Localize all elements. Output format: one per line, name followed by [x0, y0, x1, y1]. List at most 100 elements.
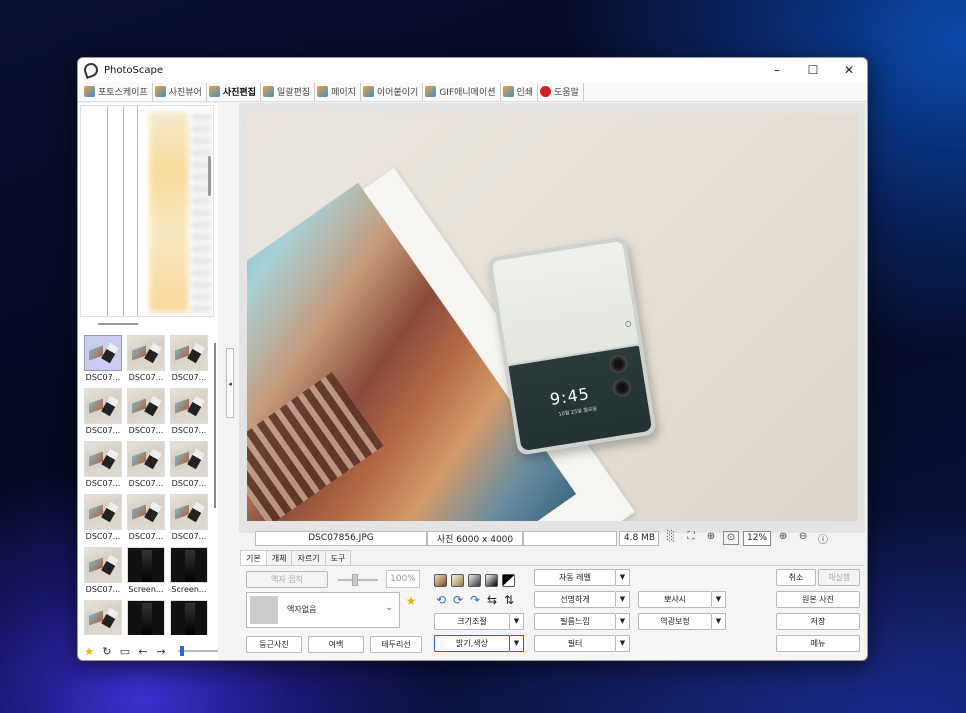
brightness-button[interactable]: 밝기,색상 — [434, 635, 510, 652]
thumbnail-scrollbar[interactable] — [214, 343, 216, 508]
flip-horizontal-icon[interactable]: ⇆ — [485, 593, 499, 607]
thumbnail-item[interactable] — [127, 600, 165, 635]
zoom-actual-icon[interactable]: ⊕ — [703, 531, 719, 545]
tab-help[interactable]: 도움말 — [538, 82, 584, 101]
film-button[interactable]: 필름느낌 — [534, 613, 616, 630]
save-button[interactable]: 저장 — [776, 613, 860, 630]
thumbnail-item[interactable]: DSC07... — [84, 547, 122, 597]
image-canvas[interactable]: 9:45 10월 25일 월요일 — [239, 103, 865, 533]
tree-scrollbar[interactable] — [208, 156, 211, 196]
sharpen-button[interactable]: 선명하게 — [534, 591, 616, 608]
back-icon[interactable]: ← — [136, 645, 150, 658]
round-photo-button[interactable]: 둥근사진 — [246, 636, 302, 653]
zoom-in-icon[interactable]: ⊕ — [775, 531, 791, 545]
frame-percent[interactable]: 100% — [386, 570, 420, 588]
minimize-button[interactable]: – — [759, 58, 795, 82]
backlight-dropdown[interactable]: ▼ — [712, 613, 726, 630]
subtab-basic[interactable]: 기본 — [240, 550, 267, 566]
tab-page[interactable]: 페이지 — [315, 82, 361, 101]
film-dropdown[interactable]: ▼ — [616, 613, 630, 630]
thumbnail-item[interactable]: DSC07... — [127, 441, 165, 491]
undo-button[interactable]: 취소 — [776, 569, 816, 586]
thumbnail-item[interactable]: Screen... — [127, 547, 165, 597]
star-icon[interactable]: ★ — [82, 645, 96, 658]
zoom-out-icon[interactable]: ⊖ — [795, 531, 811, 545]
tab-print[interactable]: 인쇄 — [501, 82, 539, 101]
menu-button[interactable]: 메뉴 — [776, 635, 860, 652]
auto-level-dropdown[interactable]: ▼ — [616, 569, 630, 586]
flip-vertical-icon[interactable]: ⇅ — [502, 593, 516, 607]
grayscale-icon[interactable] — [468, 574, 481, 587]
forward-icon[interactable]: → — [154, 645, 168, 658]
thumbnail-item[interactable]: DSC07... — [84, 388, 122, 438]
pane-splitter[interactable] — [98, 323, 138, 325]
tab-combine[interactable]: 이어붙이기 — [361, 82, 424, 101]
folder-icon[interactable]: ▭ — [118, 645, 132, 658]
subtab-object[interactable]: 개체 — [265, 550, 293, 566]
thumbnail-label: Screen... — [171, 585, 207, 594]
close-button[interactable]: ✕ — [831, 58, 867, 82]
title-bar: PhotoScape – ☐ ✕ — [78, 58, 867, 82]
thumbnail-item[interactable]: DSC07... — [127, 494, 165, 544]
subtab-crop[interactable]: 자르기 — [291, 550, 326, 566]
resize-dropdown[interactable]: ▼ — [510, 613, 524, 630]
frame-merge-button[interactable]: 액자 접착 — [246, 571, 328, 588]
photoscape-icon — [84, 86, 95, 97]
bloom-dropdown[interactable]: ▼ — [712, 591, 726, 608]
auto-level-button[interactable]: 자동 레벨 — [534, 569, 616, 586]
thumbnail-label: DSC07... — [85, 373, 121, 382]
collapse-pane-button[interactable]: ◂ — [226, 348, 234, 418]
checker-icon[interactable]: ░ — [663, 531, 679, 545]
left-pane: DSC07... DSC07... DSC07... DSC07... DSC07...… — [78, 103, 218, 660]
rotate-icon[interactable]: ↻ — [100, 645, 114, 658]
thumbnail-size-slider[interactable] — [178, 646, 218, 656]
redo-button[interactable]: 재실행 — [818, 569, 860, 586]
tab-viewer[interactable]: 사진뷰어 — [153, 82, 207, 101]
filter-dropdown[interactable]: ▼ — [616, 635, 630, 652]
thumbnail-item[interactable]: DSC07... — [170, 335, 208, 385]
thumbnail-item[interactable]: DSC07... — [84, 441, 122, 491]
zoom-fit-icon[interactable]: ⊙ — [723, 531, 739, 545]
sharpen-dropdown[interactable]: ▼ — [616, 591, 630, 608]
thumbnail-image — [127, 547, 165, 583]
thumbnail-item[interactable]: DSC07... — [170, 388, 208, 438]
thumbnail-item[interactable]: DSC07... — [170, 441, 208, 491]
backlight-button[interactable]: 역광보정 — [638, 613, 712, 630]
resize-button[interactable]: 크기조절 — [434, 613, 510, 630]
rotate-left-icon[interactable]: ⟲ — [434, 593, 448, 607]
zoom-display[interactable]: 12% — [743, 530, 772, 546]
frame-select[interactable]: 액자없음 ⌄ — [246, 592, 400, 628]
sepia-icon[interactable] — [434, 574, 447, 587]
negative-icon[interactable] — [502, 574, 515, 587]
warm-icon[interactable] — [451, 574, 464, 587]
thumbnail-item[interactable]: Screen... — [170, 547, 208, 597]
rotate-right-icon[interactable]: ⟳ — [451, 593, 465, 607]
tab-batch[interactable]: 일괄편집 — [261, 82, 316, 101]
folder-tree[interactable] — [80, 105, 214, 317]
thumbnail-item[interactable]: DSC07... — [84, 494, 122, 544]
subtab-tools[interactable]: 도구 — [324, 550, 352, 566]
thumbnail-item[interactable]: DSC07... — [127, 388, 165, 438]
tab-editor[interactable]: 사진편집 — [207, 82, 261, 101]
brightness-dropdown[interactable]: ▼ — [510, 635, 524, 652]
thumbnail-item[interactable]: DSC07... — [127, 335, 165, 385]
border-button[interactable]: 테두리선 — [370, 636, 422, 653]
margin-button[interactable]: 여백 — [308, 636, 364, 653]
maximize-button[interactable]: ☐ — [795, 58, 831, 82]
bloom-button[interactable]: 뽀샤시 — [638, 591, 712, 608]
original-photo-button[interactable]: 원본 사진 — [776, 591, 860, 608]
thumbnail-item[interactable]: DSC07... — [170, 494, 208, 544]
tab-photoscape[interactable]: 포토스케이프 — [82, 82, 153, 101]
thumbnail-item[interactable] — [84, 600, 122, 635]
thumbnail-item[interactable]: DSC07... — [84, 335, 122, 385]
basic-panel: 액자 접착 100% 액자없음 ⌄ ★ 둥근사진 여백 테두리선 ⟲ ⟳ ↷ ⇆… — [240, 565, 864, 660]
thumbnail-item[interactable] — [170, 600, 208, 635]
favorite-star-icon[interactable]: ★ — [404, 594, 418, 608]
tab-gif[interactable]: GIF애니메이션 — [423, 82, 501, 101]
bw-icon[interactable] — [485, 574, 498, 587]
info-icon[interactable]: ⓘ — [815, 531, 831, 546]
redo-rotate-icon[interactable]: ↷ — [468, 593, 482, 607]
fit-icon[interactable]: ⛶ — [683, 531, 699, 545]
filter-button[interactable]: 필터 — [534, 635, 616, 652]
frame-slider[interactable] — [338, 574, 378, 586]
